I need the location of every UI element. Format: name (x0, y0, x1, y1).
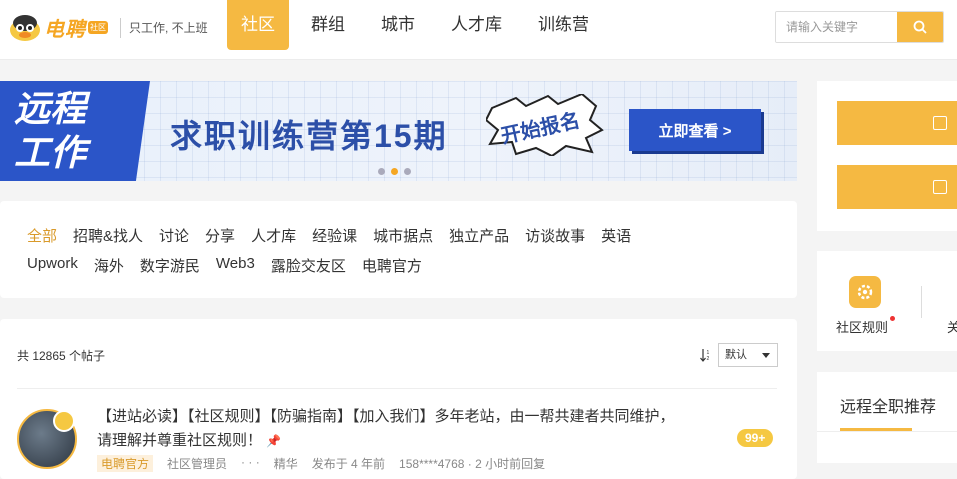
brand-badge: 社区 (88, 20, 108, 34)
sidebar-action-button[interactable] (837, 165, 957, 209)
search-box: 请输入关键字 (775, 11, 944, 43)
banner-left-line1: 远程 (14, 88, 87, 129)
sidebar-links (817, 251, 957, 351)
avatar-badge-icon (53, 410, 75, 432)
post-meta: 电聘官方 社区管理员 · · · 精华 发布于 4 年前 158****4768… (97, 455, 545, 472)
post-count: 共 12865 个帖子 (17, 349, 106, 363)
edit-icon (933, 116, 947, 130)
top-bar: 电聘 社区 只工作, 不上班 社区 群组 城市 人才库 训练营 请输入关键字 (0, 0, 957, 60)
search-input[interactable]: 请输入关键字 (776, 12, 897, 42)
nav-groups[interactable]: 群组 (297, 0, 359, 50)
category-panel: 全部 招聘&找人 讨论 分享 人才库 经验课 城市据点 独立产品 访谈故事 英语… (0, 201, 797, 298)
nav-camp[interactable]: 训练营 (524, 0, 603, 50)
category-item[interactable]: 人才库 (251, 225, 296, 246)
sort-control: 12 默认 (700, 343, 778, 367)
post-title-line1: 【进站必读】【社区规则】【防骗指南】【加入我们】多年老站，由一帮共建者共同维护， (97, 408, 675, 425)
category-item[interactable]: 露脸交友区 (271, 255, 346, 276)
category-item[interactable]: 访谈故事 (525, 225, 585, 246)
meta-label: 精华 (273, 457, 298, 471)
sidebar-action-button[interactable] (837, 101, 957, 145)
carousel-dots (378, 168, 411, 175)
notification-dot (890, 316, 895, 321)
nav-community[interactable]: 社区 (227, 0, 289, 50)
category-item[interactable]: 经验课 (312, 225, 357, 246)
rules-label[interactable]: 社区规则 (836, 317, 888, 336)
post-title-line2: 请理解并尊重社区规则！ (97, 432, 263, 449)
category-item[interactable]: 讨论 (159, 225, 189, 246)
meta-reply: 158****4768 · 2 小时前回复 (399, 457, 546, 471)
category-item[interactable]: Upwork (27, 255, 78, 276)
pin-icon: 📌 (266, 434, 282, 448)
duck-logo-icon (10, 15, 40, 41)
category-item[interactable]: 独立产品 (449, 225, 509, 246)
slogan: 只工作, 不上班 (120, 18, 208, 38)
meta-author[interactable]: 社区管理员 (167, 455, 227, 472)
logo[interactable]: 电聘 社区 (8, 12, 108, 42)
carousel-dot[interactable] (378, 168, 385, 175)
recommend-title[interactable]: 远程全职推荐 (840, 393, 936, 417)
category-all[interactable]: 全部 (27, 225, 57, 246)
banner-cta-button[interactable]: 立即查看 > (629, 109, 761, 151)
nav-cities[interactable]: 城市 (367, 0, 429, 50)
divider (817, 431, 957, 432)
main-nav: 社区 群组 城市 人才库 训练营 (227, 0, 611, 50)
rules-icon[interactable] (849, 276, 881, 308)
brand-name: 电聘 (44, 18, 86, 41)
category-item[interactable]: 英语 (601, 225, 631, 246)
sort-select[interactable]: 默认 (718, 343, 778, 367)
category-item[interactable]: 招聘&找人 (73, 225, 143, 246)
category-item[interactable]: 海外 (94, 255, 124, 276)
category-row-2: Upwork 海外 数字游民 Web3 露脸交友区 电聘官方 (27, 255, 438, 276)
carousel-dot[interactable] (391, 168, 398, 175)
meta-dots: · · · (241, 455, 260, 469)
gear-icon (857, 284, 873, 300)
nav-talent[interactable]: 人才库 (437, 0, 516, 50)
banner-left-line2: 工作 (14, 132, 87, 173)
search-button[interactable] (897, 12, 943, 42)
svg-text:2: 2 (707, 356, 710, 362)
category-item[interactable]: 数字游民 (140, 255, 200, 276)
meta-time: 发布于 4 年前 (311, 457, 386, 471)
banner-left-text: 远程 工作 (14, 87, 86, 175)
post-title[interactable]: 【进站必读】【社区规则】【防骗指南】【加入我们】多年老站，由一帮共建者共同维护，… (97, 405, 737, 453)
banner-title: 求职训练营第15期 (170, 118, 448, 154)
category-row-1: 全部 招聘&找人 讨论 分享 人才库 经验课 城市据点 独立产品 访谈故事 英语 (27, 225, 647, 246)
divider (921, 286, 922, 318)
reply-count-badge: 99+ (737, 429, 774, 447)
sidebar-link-label[interactable]: 关 (947, 317, 957, 336)
recommend-panel (817, 372, 957, 463)
post-list: 共 12865 个帖子 12 默认 【进站必读】【社区规则】【防骗指南】【加入我… (0, 319, 797, 479)
sort-icon[interactable]: 12 (700, 348, 712, 362)
meta-tag[interactable]: 电聘官方 (97, 455, 154, 472)
category-item[interactable]: 电聘官方 (362, 255, 422, 276)
category-item[interactable]: Web3 (216, 255, 255, 276)
divider (17, 388, 777, 389)
category-item[interactable]: 分享 (205, 225, 235, 246)
edit-icon (933, 180, 947, 194)
carousel-dot[interactable] (404, 168, 411, 175)
search-icon (913, 20, 927, 34)
category-item[interactable]: 城市据点 (373, 225, 433, 246)
